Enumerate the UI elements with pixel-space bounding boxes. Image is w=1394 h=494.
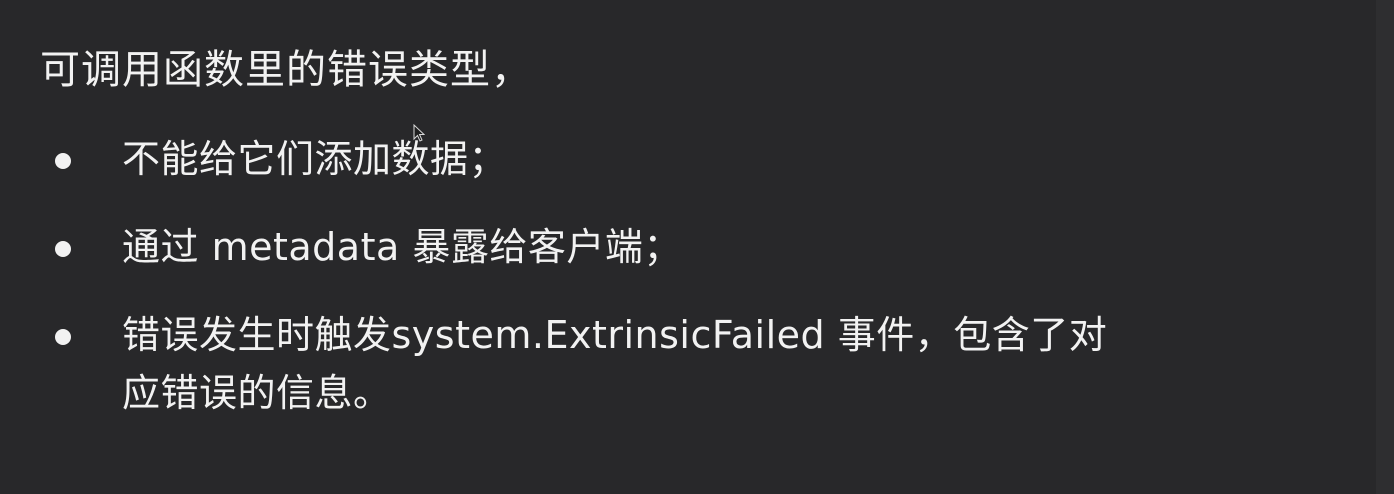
- bullet-dot-icon: [55, 241, 71, 257]
- bullet-dot-icon: [55, 153, 71, 169]
- bullet-text: 不能给它们添加数据；: [122, 137, 508, 181]
- bullet-item-extrinsic-failed: 错误发生时触发system.ExtrinsicFailed 事件，包含了对应错误…: [52, 306, 1172, 422]
- bullet-text: 通过 metadata 暴露给客户端；: [122, 225, 682, 269]
- presentation-slide: 可调用函数里的错误类型， 不能给它们添加数据； 通过 metadata 暴露给客…: [0, 0, 1394, 494]
- slide-heading: 可调用函数里的错误类型，: [40, 47, 532, 93]
- bullet-item-metadata: 通过 metadata 暴露给客户端；: [52, 218, 1172, 276]
- bullet-text: 错误发生时触发system.ExtrinsicFailed 事件，包含了对应错误…: [122, 313, 1108, 415]
- bullet-list: 不能给它们添加数据； 通过 metadata 暴露给客户端； 错误发生时触发sy…: [52, 130, 1172, 452]
- mouse-pointer-icon: [413, 124, 425, 142]
- bullet-dot-icon: [55, 329, 71, 345]
- slide-right-edge: [1376, 0, 1394, 494]
- bullet-item-no-data: 不能给它们添加数据；: [52, 130, 1172, 188]
